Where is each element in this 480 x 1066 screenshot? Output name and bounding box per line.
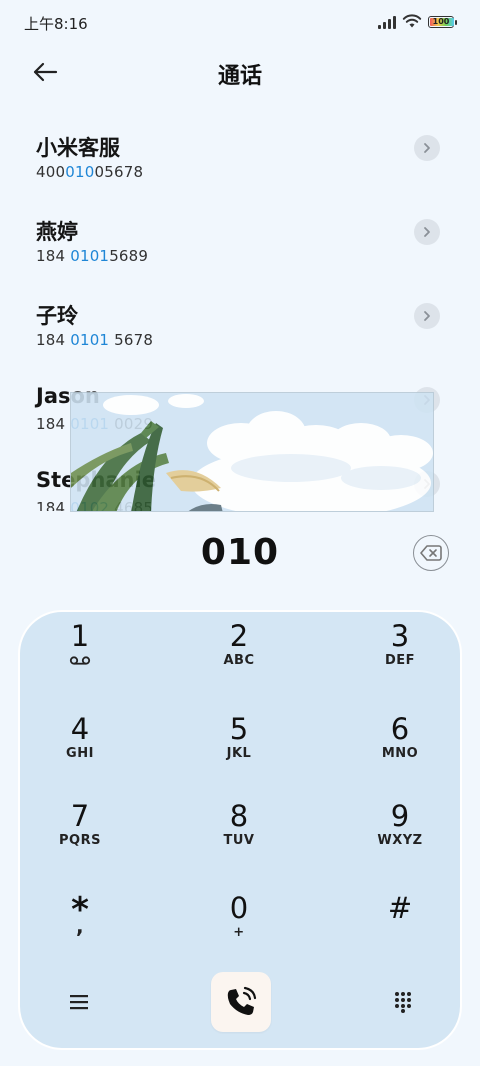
keypad-toggle-button[interactable] [379, 978, 427, 1026]
number-suffix: 0029 [109, 415, 154, 433]
chevron-right-icon [424, 395, 430, 405]
key-5[interactable]: 5 JKL [179, 713, 299, 795]
contact-detail-button[interactable] [414, 303, 440, 329]
key-letters: PQRS [59, 833, 101, 848]
key-digit: 8 [229, 799, 249, 833]
menu-icon [70, 995, 88, 1010]
battery-icon: 100 [428, 15, 457, 28]
key-digit: 2 [229, 619, 249, 653]
contact-number: 40001005678 [36, 163, 143, 181]
contact-number: 184 0102 4685 [36, 499, 153, 511]
key-hash[interactable]: # [340, 892, 460, 974]
key-7[interactable]: 7 PQRS [20, 800, 140, 882]
key-4[interactable]: 4 GHI [20, 713, 140, 795]
contact-number: 184 01015689 [36, 247, 148, 265]
contact-name: 燕婷 [36, 220, 78, 244]
number-match-highlight: 0101 [70, 415, 110, 433]
status-bar: 上午8:16 100 [0, 0, 480, 44]
number-prefix: 184 [36, 247, 71, 265]
key-letters: + [233, 925, 245, 940]
key-9[interactable]: 9 WXYZ [340, 800, 460, 882]
contact-row[interactable]: 燕婷 184 01015689 [0, 200, 480, 284]
key-digit: 9 [390, 799, 410, 833]
key-letters: , [75, 914, 85, 938]
key-digit: 3 [390, 619, 410, 653]
status-time: 上午8:16 [24, 15, 88, 33]
number-suffix: 4685 [109, 499, 154, 511]
key-8[interactable]: 8 TUV [179, 800, 299, 882]
number-prefix: 184 [36, 331, 71, 349]
contact-row[interactable]: Jason 184 0101 0029 [0, 368, 480, 452]
number-match-highlight: 010 [65, 163, 95, 181]
backspace-icon [420, 545, 442, 561]
number-suffix: 05678 [94, 163, 144, 181]
key-letters: WXYZ [377, 833, 423, 848]
contact-name: 小米客服 [36, 136, 120, 160]
contact-row[interactable]: Stephanie 184 0102 4685 [0, 452, 480, 511]
key-0[interactable]: 0 + [179, 892, 299, 974]
chevron-right-icon [424, 311, 430, 321]
number-prefix: 184 [36, 415, 71, 433]
call-button[interactable] [211, 972, 271, 1032]
contact-detail-button[interactable] [414, 471, 440, 497]
keypad-grid-icon [395, 992, 411, 1013]
number-match-highlight: 0101 [70, 247, 110, 265]
contact-name: Jason [36, 384, 100, 408]
chevron-right-icon [424, 479, 430, 489]
typed-number: 010 [200, 532, 280, 573]
number-suffix: 5678 [109, 331, 154, 349]
number-suffix: 5689 [109, 247, 149, 265]
contact-detail-button[interactable] [414, 219, 440, 245]
chevron-right-icon [424, 227, 430, 237]
contact-list: 小米客服 40001005678 燕婷 184 01015689 子玲 184 0101 … [0, 116, 480, 511]
contact-detail-button[interactable] [414, 387, 440, 413]
number-prefix: 400 [36, 163, 66, 181]
contact-name: Stephanie [36, 468, 156, 492]
key-letters: ABC [223, 653, 255, 668]
voicemail-icon [69, 656, 91, 665]
key-2[interactable]: 2 ABC [179, 620, 299, 702]
key-6[interactable]: 6 MNO [340, 713, 460, 795]
chevron-right-icon [424, 143, 430, 153]
key-digit: 5 [229, 712, 249, 746]
key-star[interactable]: *, [20, 892, 140, 974]
backspace-button[interactable] [413, 535, 449, 571]
phone-call-icon [227, 986, 257, 1015]
page-title: 通话 [217, 64, 262, 89]
contact-number: 184 0101 0029 [36, 415, 153, 433]
key-digit: 0 [229, 891, 249, 925]
key-digit: # [387, 891, 413, 925]
key-digit: 1 [70, 619, 90, 653]
contact-number: 184 0101 5678 [36, 331, 153, 349]
number-match-highlight: 0102 [70, 499, 110, 511]
number-match-highlight: 0101 [70, 331, 110, 349]
key-digit: 4 [70, 712, 90, 746]
header: 通话 [0, 44, 480, 100]
status-icons: 100 [378, 14, 457, 29]
key-letters: TUV [223, 833, 255, 848]
dial-keypad: 1 2 ABC 3 DEF 4 GHI 5 JKL 6 MNO 7 PQRS 8 TUV 9 WXYZ *, 0 + # [18, 610, 462, 1050]
battery-text: 100 [432, 17, 450, 26]
contact-detail-button[interactable] [414, 135, 440, 161]
key-digit: 6 [390, 712, 410, 746]
key-letters: JKL [226, 746, 252, 761]
contact-row[interactable]: 子玲 184 0101 5678 [0, 284, 480, 368]
key-1[interactable]: 1 [20, 620, 140, 702]
key-digit: 7 [70, 799, 90, 833]
contact-name: 子玲 [36, 304, 78, 328]
contact-row[interactable]: 小米客服 40001005678 [0, 116, 480, 200]
key-letters: DEF [384, 653, 416, 668]
signal-icon [378, 15, 396, 29]
key-letters: GHI [66, 746, 94, 761]
number-display-row: 010 [0, 520, 480, 586]
menu-button[interactable] [55, 978, 103, 1026]
key-letters: MNO [381, 746, 419, 761]
number-prefix: 184 [36, 499, 71, 511]
wifi-icon [402, 14, 422, 28]
key-3[interactable]: 3 DEF [340, 620, 460, 702]
